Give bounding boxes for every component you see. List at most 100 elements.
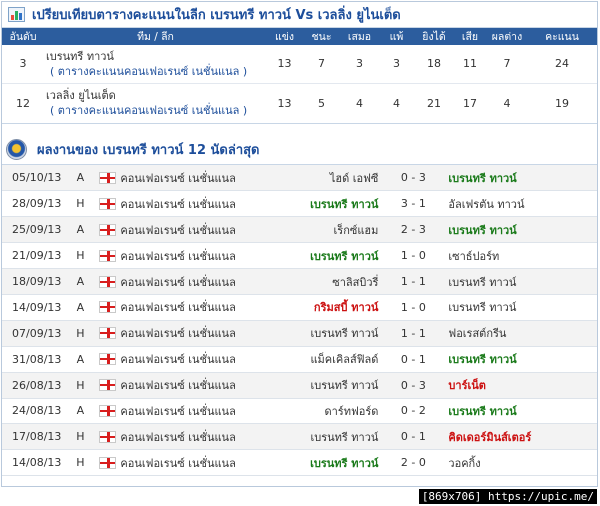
away-team: เบรนทรี ทาวน์ (444, 294, 597, 321)
home-team: เบรนทรี ทาวน์ (254, 423, 383, 451)
col-goals-against: เสีย (453, 28, 487, 45)
match-score: 1 - 1 (382, 320, 445, 347)
match-row: 26/08/13 H คอนเฟอเรนซ์ เนชั่นแนล เบรนทรี ทา… (2, 372, 597, 399)
goal-diff: 7 (487, 45, 527, 84)
england-flag-icon (99, 275, 117, 288)
competition-name: คอนเฟอเรนซ์ เนชั่นแนล (120, 275, 236, 289)
home-team: ดาร์ทฟอร์ด (254, 398, 383, 425)
england-flag-icon (99, 379, 117, 392)
col-goals-for: ยิงได้ (415, 28, 453, 45)
drawn: 4 (356, 96, 363, 110)
won: 7 (302, 45, 341, 84)
match-score: 3 - 1 (382, 190, 445, 218)
home-team: ไฮด์ เอฟซี (254, 165, 383, 192)
lost: 4 (393, 96, 400, 110)
match-score: 0 - 3 (382, 372, 445, 399)
home-team: เบรนทรี ทาวน์ (254, 320, 383, 347)
home-team: เบรนทรี ทาวน์ (254, 372, 383, 399)
match-date: 05/10/13 (2, 165, 62, 192)
home-away: A (61, 294, 100, 321)
recent-header: ผลงานของ เบรนทรี ทาวน์ 12 นัดล่าสุด (2, 135, 597, 165)
match-row: 05/10/13 A คอนเฟอเรนซ์ เนชั่นแนล ไฮด์ เอฟซี… (2, 165, 597, 192)
match-date: 07/09/13 (2, 320, 62, 347)
competition: คอนเฟอเรนซ์ เนชั่นแนล (99, 294, 255, 321)
goals-against: 11 (453, 45, 487, 84)
match-score: 0 - 3 (382, 165, 445, 192)
competition-name: คอนเฟอเรนซ์ เนชั่นแนล (120, 301, 236, 315)
competition-name: คอนเฟอเรนซ์ เนชั่นแนล (120, 327, 236, 341)
away-team: เบรนทรี ทาวน์ (444, 346, 597, 373)
match-date: 25/09/13 (2, 216, 62, 244)
away-team: เบรนทรี ทาวน์ (444, 398, 597, 425)
home-away: H (61, 190, 100, 218)
england-flag-icon (99, 171, 117, 184)
section-divider (2, 123, 597, 135)
england-flag-icon (99, 301, 117, 314)
points: 24 (527, 45, 597, 84)
home-away: A (61, 216, 100, 244)
chart-icon (8, 7, 25, 22)
match-row: 14/08/13 H คอนเฟอเรนซ์ เนชั่นแนล เบรนทรี ทา… (2, 449, 597, 477)
match-row: 25/09/13 A คอนเฟอเรนซ์ เนชั่นแนล เร็กซ์แฮม 2… (2, 216, 597, 244)
away-team: เบรนทรี ทาวน์ (444, 216, 597, 244)
competition-name: คอนเฟอเรนซ์ เนชั่นแนล (120, 379, 236, 393)
competition-name: คอนเฟอเรนซ์ เนชั่นแนล (120, 223, 236, 237)
england-flag-icon (99, 327, 117, 340)
competition: คอนเฟอเรนซ์ เนชั่นแนล (99, 190, 255, 218)
standings-row: 12 เวลลิ่ง ยูไนเต็ด ( ตารางคะแนนคอนเฟอเร… (2, 83, 597, 123)
match-score: 2 - 0 (382, 449, 445, 477)
home-team: เร็กซ์แฮม (254, 216, 383, 244)
league-table-link[interactable]: ( ตารางคะแนนคอนเฟอเรนซ์ เนชั่นแนล ) (46, 64, 267, 79)
lost: 3 (378, 45, 415, 84)
competition-name: คอนเฟอเรนซ์ เนชั่นแนล (120, 404, 236, 418)
watermark: [869x706] https://upic.me/ (418, 489, 597, 504)
competition: คอนเฟอเรนซ์ เนชั่นแนล (99, 165, 255, 192)
match-row: 18/09/13 A คอนเฟอเรนซ์ เนชั่นแนล ซาลิสบิวรี… (2, 268, 597, 295)
comparison-title: เปรียบเทียบตารางคะแนนในลีก เบรนทรี ทาวน์… (32, 8, 401, 23)
match-date: 24/08/13 (2, 398, 62, 425)
match-row: 24/08/13 A คอนเฟอเรนซ์ เนชั่นแนล ดาร์ทฟอร์ด… (2, 398, 597, 425)
comparison-header: เปรียบเทียบตารางคะแนนในลีก เบรนทรี ทาวน์… (2, 2, 597, 28)
competition: คอนเฟอเรนซ์ เนชั่นแนล (99, 216, 255, 244)
england-flag-icon (99, 404, 117, 417)
competition-name: คอนเฟอเรนซ์ เนชั่นแนล (120, 353, 236, 367)
home-team: แม็คเคิลส์ฟิลด์ (254, 346, 383, 373)
match-row: 31/08/13 A คอนเฟอเรนซ์ เนชั่นแนล แม็คเคิลส์… (2, 346, 597, 373)
home-away: A (61, 165, 100, 192)
drawn: 3 (341, 45, 378, 84)
away-team: เบรนทรี ทาวน์ (444, 165, 597, 192)
team-name: เวลลิ่ง ยูไนเต็ด (46, 89, 116, 103)
recent-title: ผลงานของ เบรนทรี ทาวน์ 12 นัดล่าสุด (37, 143, 260, 158)
match-date: 17/08/13 (2, 423, 62, 451)
match-score: 0 - 1 (382, 423, 445, 451)
home-away: A (61, 398, 100, 425)
away-team: บาร์เน็ต (444, 372, 597, 399)
col-diff: ผลต่าง (487, 28, 527, 45)
won: 5 (318, 96, 325, 110)
match-score: 1 - 0 (382, 242, 445, 270)
competition: คอนเฟอเรนซ์ เนชั่นแนล (99, 346, 255, 373)
match-row: 17/08/13 H คอนเฟอเรนซ์ เนชั่นแนล เบรนทรี ทา… (2, 423, 597, 451)
competition: คอนเฟอเรนซ์ เนชั่นแนล (99, 423, 255, 451)
match-score: 0 - 1 (382, 346, 445, 373)
team-name: เบรนทรี ทาวน์ (46, 49, 114, 63)
england-flag-icon (99, 249, 117, 262)
results-table: 05/10/13 A คอนเฟอเรนซ์ เนชั่นแนล ไฮด์ เอฟซี… (2, 165, 597, 477)
goal-diff: 4 (503, 96, 511, 110)
match-date: 14/08/13 (2, 449, 62, 477)
england-flag-icon (99, 353, 117, 366)
rank: 12 (16, 96, 30, 110)
competition-name: คอนเฟอเรนซ์ เนชั่นแนล (120, 249, 236, 263)
match-date: 28/09/13 (2, 190, 62, 218)
competition: คอนเฟอเรนซ์ เนชั่นแนล (99, 320, 255, 347)
competition: คอนเฟอเรนซ์ เนชั่นแนล (99, 242, 255, 270)
match-date: 21/09/13 (2, 242, 62, 270)
rank: 3 (2, 45, 44, 84)
match-score: 1 - 1 (382, 268, 445, 295)
played: 13 (277, 96, 292, 110)
home-team: เบรนทรี ทาวน์ (254, 449, 383, 477)
standings-table: อันดับ ทีม / ลีก แข่ง ชนะ เสมอ แพ้ ยิงได… (2, 28, 597, 123)
match-date: 18/09/13 (2, 268, 62, 295)
col-team-league: ทีม / ลีก (44, 28, 267, 45)
league-table-link[interactable]: ( ตารางคะแนนคอนเฟอเรนซ์ เนชั่นแนล ) (46, 103, 267, 118)
